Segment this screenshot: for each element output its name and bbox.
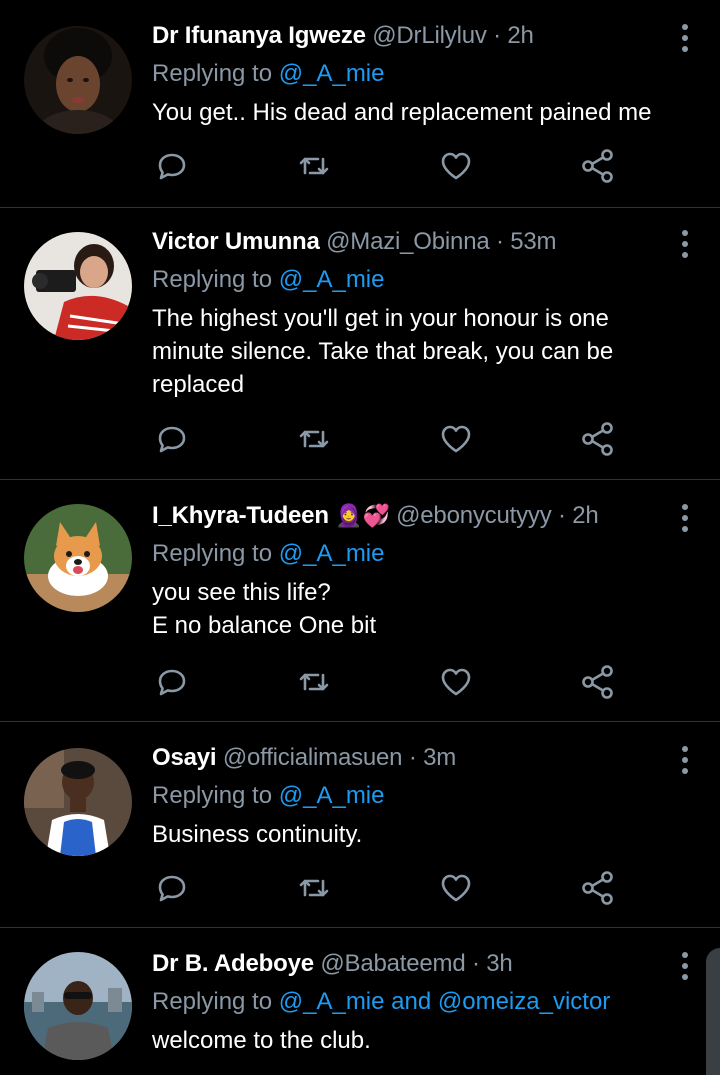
like-icon[interactable] [436, 419, 476, 459]
tweet-header: Osayi @officialimasuen · 3m [152, 742, 680, 774]
tweet-text-line: welcome to the club. [152, 1027, 371, 1054]
reply-icon[interactable] [152, 146, 192, 186]
separator-dot: · [471, 950, 480, 977]
share-icon[interactable] [578, 868, 618, 908]
replying-to-label: Replying to [152, 540, 273, 567]
tweet-actions [152, 662, 622, 702]
more-options-icon[interactable] [682, 952, 690, 985]
avatar[interactable] [24, 952, 132, 1060]
avatar[interactable] [24, 26, 132, 134]
tweet-text-line: You get.. His dead and replacement paine… [152, 99, 652, 126]
tweet-header: I_Khyra-Tudeen 🧕💞 @ebonycutyyy · 2h [152, 500, 680, 532]
timestamp[interactable]: 2h [507, 22, 533, 49]
like-icon[interactable] [436, 662, 476, 702]
tweet-header: Victor Umunna @Mazi_Obinna · 53m [152, 226, 680, 258]
avatar-image [24, 504, 132, 612]
separator-dot: · [493, 22, 501, 49]
tweet-text-line: replaced [152, 371, 245, 398]
more-options-icon[interactable] [682, 746, 690, 779]
tweet[interactable]: I_Khyra-Tudeen 🧕💞 @ebonycutyyy · 2h Repl… [0, 480, 720, 722]
user-handle[interactable]: @officialimasuen [223, 744, 403, 771]
user-handle[interactable]: @DrLilyluv [372, 22, 487, 49]
separator-dot: · [408, 744, 417, 771]
share-icon[interactable] [578, 419, 618, 459]
avatar-image [24, 952, 132, 1060]
tweet-text-line: The highest you'll get in your honour is… [152, 305, 609, 332]
avatar-image [24, 748, 132, 856]
separator-dot: · [495, 228, 504, 255]
timestamp[interactable]: 3m [423, 744, 456, 771]
avatar[interactable] [24, 504, 132, 612]
replying-to: Replying to @_A_mie and @omeiza_victor [152, 986, 680, 1018]
timestamp[interactable]: 53m [510, 228, 556, 255]
replying-to: Replying to @_A_mie [152, 780, 680, 812]
mention-link[interactable]: @_A_mie [279, 540, 385, 567]
like-icon[interactable] [436, 146, 476, 186]
share-icon[interactable] [578, 146, 618, 186]
tweet-text: The highest you'll get in your honour is… [152, 302, 680, 401]
tweet-text: you see this life? E no balance One bit [152, 576, 680, 642]
tweet[interactable]: Dr Ifunanya Igweze @DrLilyluv · 2h Reply… [0, 0, 720, 208]
tweet-actions [152, 868, 622, 908]
replying-to-label: Replying to [152, 266, 273, 293]
retweet-icon[interactable] [294, 868, 334, 908]
tweet[interactable]: Dr B. Adeboye @Babateemd · 3h Replying t… [0, 928, 720, 1075]
avatar[interactable] [24, 232, 132, 340]
mention-link[interactable]: @_A_mie [279, 266, 385, 293]
avatar-image [24, 26, 132, 134]
reply-icon[interactable] [152, 662, 192, 702]
replying-to-label: Replying to [152, 988, 273, 1015]
tweet[interactable]: Victor Umunna @Mazi_Obinna · 53m Replyin… [0, 208, 720, 480]
retweet-icon[interactable] [294, 662, 334, 702]
tweet-text-line: E no balance One bit [152, 612, 377, 639]
tweet[interactable]: Osayi @officialimasuen · 3m Replying to … [0, 722, 720, 928]
tweet-header: Dr B. Adeboye @Babateemd · 3h [152, 948, 680, 980]
avatar-image [24, 232, 132, 340]
retweet-icon[interactable] [294, 146, 334, 186]
separator-dot: · [557, 502, 566, 529]
display-name[interactable]: Dr B. Adeboye [152, 950, 314, 977]
more-options-icon[interactable] [682, 24, 690, 57]
share-icon[interactable] [578, 662, 618, 702]
tweet-text: welcome to the club. [152, 1024, 680, 1057]
replying-to: Replying to @_A_mie [152, 264, 680, 296]
replying-to-label: Replying to [152, 60, 273, 87]
scrollbar-thumb[interactable] [706, 948, 720, 1075]
tweet-text-line: Business continuity. [152, 821, 363, 848]
display-name[interactable]: Dr Ifunanya Igweze [152, 22, 366, 49]
display-name[interactable]: Victor Umunna [152, 228, 320, 255]
user-handle[interactable]: @Mazi_Obinna [326, 228, 490, 255]
reply-icon[interactable] [152, 419, 192, 459]
user-handle[interactable]: @ebonycutyyy [396, 502, 552, 529]
mention-link[interactable]: @_A_mie [279, 782, 385, 809]
name-emoji: 🧕💞 [335, 503, 390, 528]
retweet-icon[interactable] [294, 419, 334, 459]
mention-link[interactable]: @_A_mie and @omeiza_victor [279, 988, 611, 1015]
tweet-text-line: minute silence. Take that break, you can… [152, 338, 614, 365]
like-icon[interactable] [436, 868, 476, 908]
replying-to-label: Replying to [152, 782, 273, 809]
tweet-text: Business continuity. [152, 818, 680, 851]
tweet-header: Dr Ifunanya Igweze @DrLilyluv · 2h [152, 20, 680, 52]
more-options-icon[interactable] [682, 504, 690, 537]
mention-link[interactable]: @_A_mie [279, 60, 385, 87]
tweet-text: You get.. His dead and replacement paine… [152, 96, 680, 129]
tweet-actions [152, 146, 622, 186]
replying-to: Replying to @_A_mie [152, 538, 680, 570]
reply-icon[interactable] [152, 868, 192, 908]
tweet-actions [152, 419, 622, 459]
timestamp[interactable]: 2h [572, 502, 598, 529]
timestamp[interactable]: 3h [486, 950, 512, 977]
user-handle[interactable]: @Babateemd [320, 950, 465, 977]
more-options-icon[interactable] [682, 230, 690, 263]
tweet-text-line: you see this life? [152, 579, 331, 606]
avatar[interactable] [24, 748, 132, 856]
display-name[interactable]: I_Khyra-Tudeen [152, 502, 329, 529]
replying-to: Replying to @_A_mie [152, 58, 680, 90]
display-name[interactable]: Osayi [152, 744, 217, 771]
